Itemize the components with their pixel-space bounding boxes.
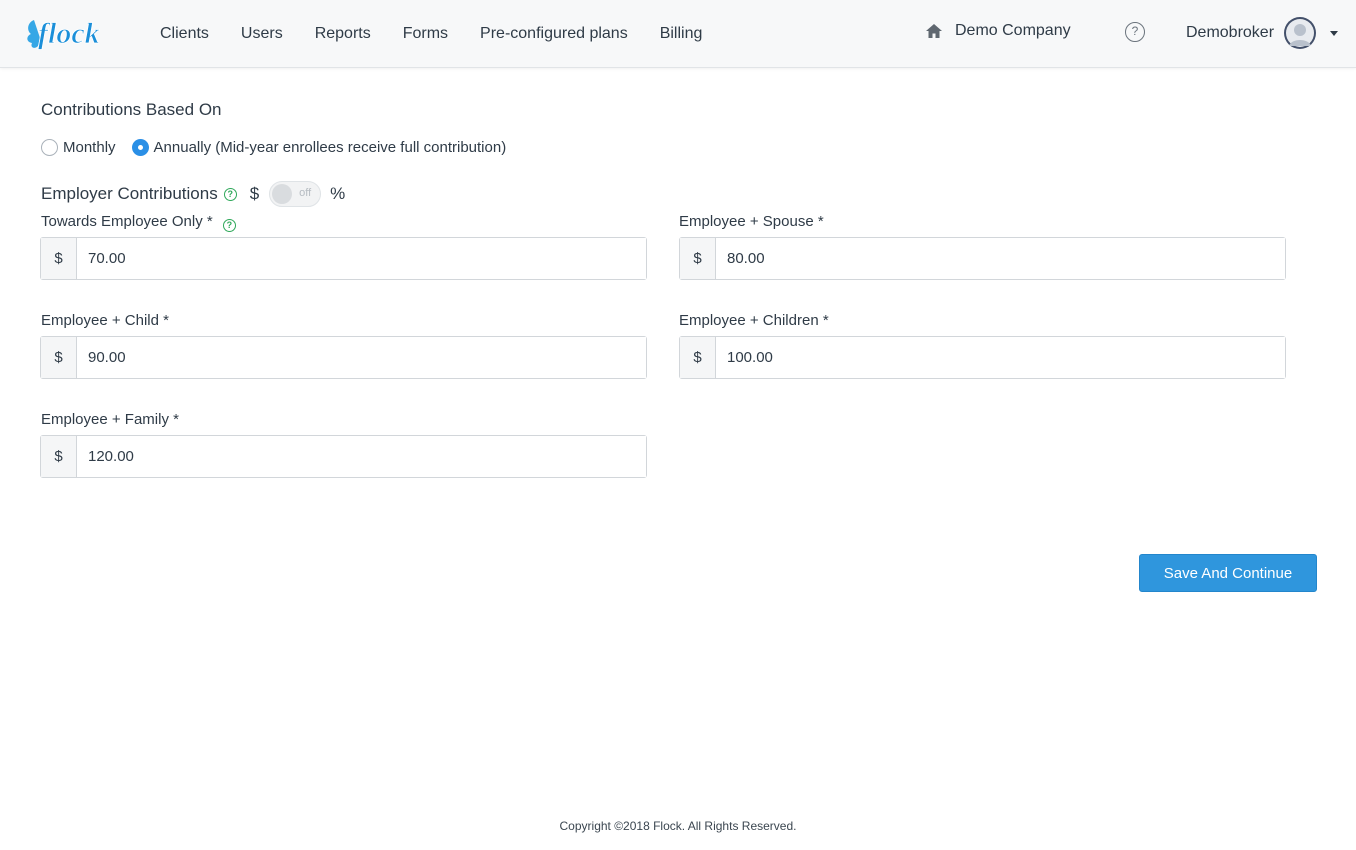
main-nav: Clients Users Reports Forms Pre-configur… xyxy=(160,0,734,68)
company-name: Demo Company xyxy=(955,22,1071,39)
employee-children-input-group: $ xyxy=(679,336,1286,379)
currency-addon: $ xyxy=(680,337,716,378)
employee-child-label: Employee + Child * xyxy=(41,312,169,329)
nav-billing[interactable]: Billing xyxy=(660,25,703,43)
employee-only-help-icon[interactable]: ? xyxy=(222,219,236,232)
home-icon xyxy=(926,24,942,38)
svg-text:flock: flock xyxy=(38,17,100,50)
contribution-basis-radios: Monthly Annually (Mid-year enrollees rec… xyxy=(41,139,522,156)
dollar-mode-label: $ xyxy=(249,184,260,203)
employee-spouse-input-group: $ xyxy=(679,237,1286,280)
currency-addon: $ xyxy=(41,436,77,477)
employee-children-label: Employee + Children * xyxy=(679,312,829,329)
employee-child-input[interactable] xyxy=(77,337,646,378)
nav-reports[interactable]: Reports xyxy=(315,25,371,43)
percent-mode-label: % xyxy=(330,184,346,203)
company-selector[interactable]: Demo Company xyxy=(925,22,1071,40)
user-silhouette-icon xyxy=(1286,19,1315,47)
employee-spouse-input[interactable] xyxy=(716,238,1285,279)
employee-family-input-group: $ xyxy=(40,435,647,478)
dollar-percent-toggle[interactable]: off xyxy=(269,181,322,207)
nav-users[interactable]: Users xyxy=(241,25,283,43)
footer-copyright: Copyright ©2018 Flock. All Rights Reserv… xyxy=(559,819,797,833)
top-navbar: flock Clients Users Reports Forms Pre-co… xyxy=(0,0,1356,68)
employee-family-input[interactable] xyxy=(77,436,646,477)
employee-children-input[interactable] xyxy=(716,337,1285,378)
currency-addon: $ xyxy=(41,337,77,378)
currency-addon: $ xyxy=(41,238,77,279)
user-menu[interactable]: Demobroker xyxy=(1186,17,1339,49)
employee-child-input-group: $ xyxy=(40,336,647,379)
flock-logo[interactable]: flock xyxy=(22,12,112,56)
radio-monthly[interactable] xyxy=(41,139,58,156)
nav-clients[interactable]: Clients xyxy=(160,25,209,43)
employee-only-label-row: Towards Employee Only * ? xyxy=(41,213,236,232)
employer-help-icon[interactable]: ? xyxy=(223,187,237,201)
radio-annually[interactable] xyxy=(131,139,149,156)
employer-contributions-row: Employer Contributions ? $ off % xyxy=(41,181,345,207)
employee-family-label: Employee + Family * xyxy=(41,411,179,428)
nav-preconfigured-plans[interactable]: Pre-configured plans xyxy=(480,25,628,43)
toggle-state-text: off xyxy=(299,187,312,199)
contributions-title: Contributions Based On xyxy=(41,100,222,119)
help-icon[interactable]: ? xyxy=(1125,22,1145,42)
save-and-continue-button[interactable]: Save And Continue xyxy=(1139,554,1317,592)
employee-only-label: Towards Employee Only * xyxy=(41,213,213,230)
radio-annually-label[interactable]: Annually (Mid-year enrollees receive ful… xyxy=(154,139,507,156)
radio-monthly-label[interactable]: Monthly xyxy=(63,139,116,156)
chevron-down-icon xyxy=(1330,30,1339,36)
nav-forms[interactable]: Forms xyxy=(403,25,448,43)
toggle-knob xyxy=(272,184,293,204)
employee-only-input[interactable] xyxy=(77,238,646,279)
avatar xyxy=(1284,17,1317,49)
user-name: Demobroker xyxy=(1186,24,1275,41)
employee-only-input-group: $ xyxy=(40,237,647,280)
employee-spouse-label: Employee + Spouse * xyxy=(679,213,824,230)
currency-addon: $ xyxy=(680,238,716,279)
employer-contributions-title: Employer Contributions xyxy=(41,184,218,203)
